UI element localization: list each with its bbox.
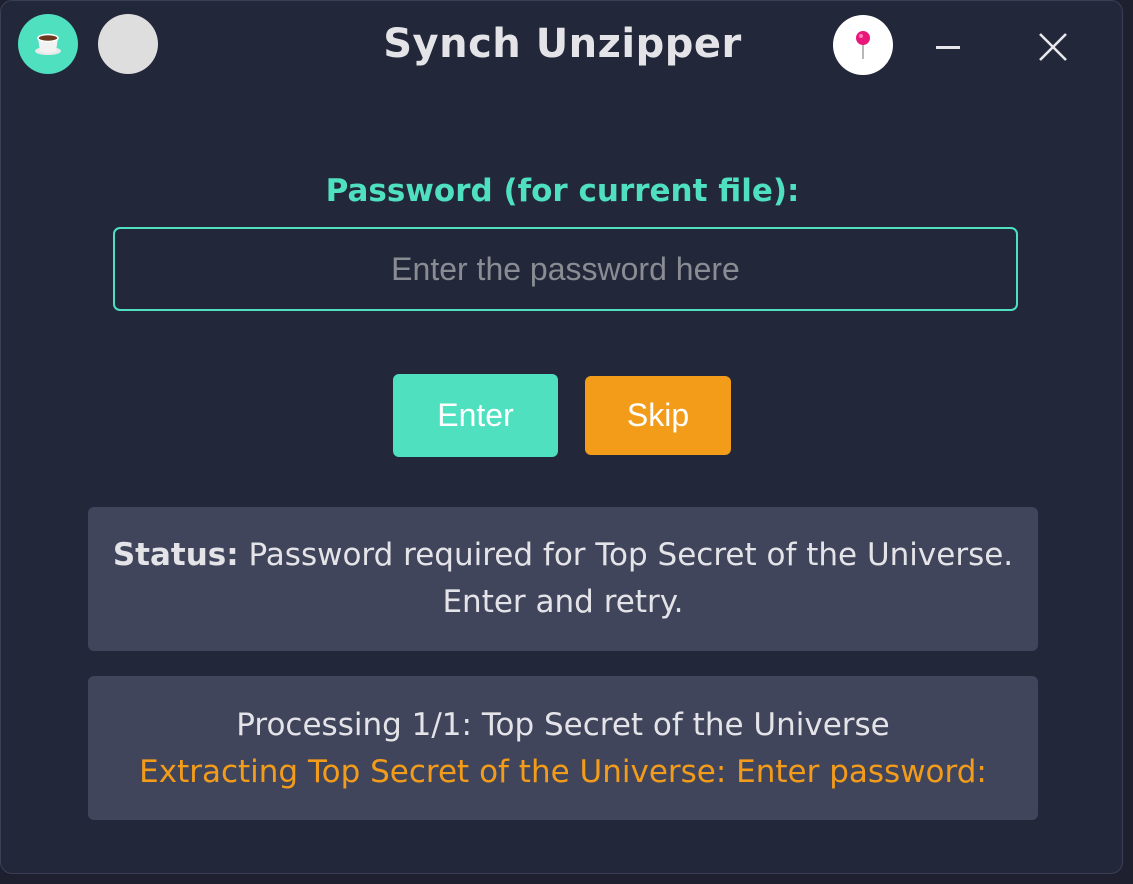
titlebar: Synch Unzipper (1, 1, 1122, 93)
password-label: Password (for current file): (325, 173, 800, 209)
close-button[interactable] (1028, 23, 1078, 71)
minimize-icon (936, 45, 960, 49)
log-panel: Processing 1/1: Top Secret of the Univer… (88, 676, 1038, 820)
status-panel: Status: Password required for Top Secret… (88, 507, 1038, 651)
pin-icon (856, 31, 870, 59)
pin-button[interactable] (833, 15, 893, 75)
minimize-button[interactable] (923, 23, 973, 71)
app-window: Synch Unzipper Password (for current fil… (0, 0, 1123, 874)
log-line-warning: Extracting Top Secret of the Universe: E… (139, 754, 987, 790)
close-icon (1039, 33, 1067, 61)
log-line: Processing 1/1: Top Secret of the Univer… (236, 707, 890, 743)
password-input[interactable] (113, 227, 1018, 311)
skip-button[interactable]: Skip (585, 376, 731, 455)
enter-button[interactable]: Enter (393, 374, 558, 457)
status-message: Password required for Top Secret of the … (238, 537, 1014, 620)
status-label: Status: (112, 537, 239, 573)
